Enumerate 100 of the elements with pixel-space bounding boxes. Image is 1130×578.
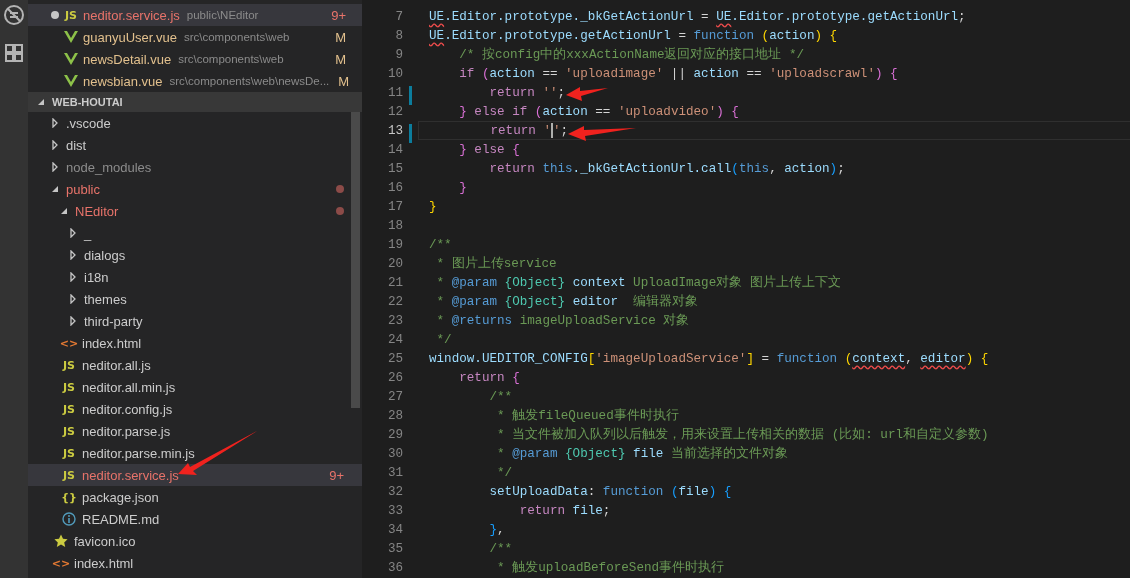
code-line: } (458, 180, 467, 195)
code-line: * @returns imageUploadService 对象 (435, 312, 690, 329)
expanded-arrow-icon[interactable] (59, 206, 69, 216)
expanded-arrow-icon[interactable] (50, 184, 60, 194)
code-line: /* 按config中的xxxActionName返回对应的接口地址 */ (458, 46, 805, 63)
code-line: return ''; (488, 85, 566, 100)
code-line: UE.Editor.prototype.getActionUrl = function (action) { (429, 28, 838, 43)
js-file-icon: JS (62, 380, 76, 394)
file-item[interactable]: README.md (28, 508, 362, 530)
file-name: neditor.all.min.js (82, 379, 176, 395)
code-line: setUploadData: function (file) { (488, 484, 732, 499)
vue-file-icon (64, 31, 78, 43)
line-number: 27 (387, 389, 403, 404)
code-line: } else { (458, 142, 520, 157)
line-number: 25 (387, 351, 403, 366)
code-line: } else if (action == 'uploadvideo') { (458, 104, 739, 119)
file-name: neditor.service.js (83, 7, 180, 23)
star-icon (54, 534, 68, 548)
collapsed-arrow-icon[interactable] (68, 294, 78, 304)
folder-item[interactable]: public (28, 178, 362, 200)
line-number: 36 (387, 560, 403, 575)
open-editor-item[interactable]: JS neditor.service.js public\NEditor 9+ (28, 4, 362, 26)
line-number: 35 (387, 541, 403, 556)
line-number: 33 (387, 503, 403, 518)
folder-item[interactable]: dist (28, 134, 362, 156)
problem-count: 9+ (330, 7, 346, 23)
file-item[interactable]: {} package.json (28, 486, 362, 508)
file-name: neditor.config.js (82, 401, 173, 417)
line-number: 23 (387, 313, 403, 328)
folder-item[interactable]: dialogs (28, 244, 362, 266)
line-number: 11 (387, 85, 403, 100)
collapsed-arrow-icon[interactable] (68, 316, 78, 326)
file-item[interactable]: JS neditor.config.js (28, 398, 362, 420)
folder-item[interactable]: _ (28, 222, 362, 244)
file-name: _ (84, 225, 92, 241)
folder-item[interactable]: node_modules (28, 156, 362, 178)
file-item[interactable]: <> index.html (28, 552, 362, 574)
line-number: 32 (387, 484, 403, 499)
file-name: neditor.parse.js (82, 423, 171, 439)
line-number: 24 (387, 332, 403, 347)
collapsed-arrow-icon[interactable] (68, 250, 78, 260)
line-number: 7 (395, 9, 403, 24)
line-number: 29 (387, 427, 403, 442)
section-header[interactable]: WEB-HOUTAI (28, 92, 362, 112)
vue-file-icon (64, 53, 78, 65)
folder-item[interactable]: NEditor (28, 200, 362, 222)
file-name: i18n (84, 269, 109, 285)
line-number: 22 (387, 294, 403, 309)
code-line: * 图片上传service (435, 255, 557, 272)
js-file-icon: JS (62, 402, 76, 416)
code-line: UE.Editor.prototype._bkGetActionUrl = UE.Editor.prototype.getActionUrl; (429, 9, 966, 24)
code-line: /** (488, 541, 513, 556)
git-status-letter: M (334, 51, 346, 67)
folder-item[interactable]: third-party (28, 310, 362, 332)
file-name: index.html (74, 555, 134, 571)
open-editor-item[interactable]: newsDetail.vue src\components\web M (28, 48, 362, 70)
code-line: }, (488, 522, 505, 537)
collapsed-arrow-icon[interactable] (50, 140, 60, 150)
line-number: 14 (387, 142, 403, 157)
file-item[interactable]: JS neditor.parse.min.js (28, 442, 362, 464)
collapsed-arrow-icon[interactable] (68, 228, 78, 238)
line-number: 16 (387, 180, 403, 195)
file-name: guanyuUser.vue (83, 29, 177, 45)
info-icon (62, 512, 76, 526)
scrollbar[interactable] (351, 112, 360, 408)
collapsed-arrow-icon[interactable] (68, 272, 78, 282)
collapsed-arrow-icon[interactable] (50, 118, 60, 128)
line-number: 8 (395, 28, 403, 43)
file-item[interactable]: JS neditor.all.min.js (28, 376, 362, 398)
line-number: 13 (387, 123, 403, 138)
code-line: if (action == 'uploadimage' || action == 'uploadscrawl') { (458, 66, 898, 81)
file-item[interactable]: JS neditor.all.js (28, 354, 362, 376)
file-name: favicon.ico (74, 533, 136, 549)
file-item[interactable]: <> index.html (28, 332, 362, 354)
file-item[interactable]: JS neditor.service.js 9+ (28, 464, 362, 486)
open-editor-item[interactable]: newsbian.vue src\components\web\newsDe... M (28, 70, 362, 92)
folder-item[interactable]: themes (28, 288, 362, 310)
open-editor-item[interactable]: guanyuUser.vue src\components\web M (28, 26, 362, 48)
project-title: WEB-HOUTAI (52, 96, 123, 108)
file-path: src\components\web (178, 53, 284, 65)
folder-item[interactable]: .vscode (28, 112, 362, 134)
code-line: * @param {Object} file 当前选择的文件对象 (496, 445, 788, 462)
file-name: newsbian.vue (83, 73, 163, 89)
line-number: 15 (387, 161, 403, 176)
extensions-icon[interactable] (5, 44, 23, 62)
line-number: 17 (387, 199, 403, 214)
code-line: } (429, 199, 437, 214)
collapsed-arrow-icon[interactable] (50, 162, 60, 172)
js-file-icon: JS (64, 8, 78, 22)
code-line: */ (435, 332, 452, 347)
file-name: README.md (82, 511, 160, 527)
annotation-arrow (568, 126, 636, 141)
line-number: 20 (387, 256, 403, 271)
code-line: return this._bkGetActionUrl.call(this, action); (488, 161, 845, 176)
file-name: dist (66, 137, 87, 153)
file-item[interactable]: JS neditor.parse.js (28, 420, 362, 442)
vue-file-icon (64, 75, 78, 87)
folder-item[interactable]: i18n (28, 266, 362, 288)
unsaved-dot-icon[interactable] (51, 11, 59, 19)
file-item[interactable]: favicon.ico (28, 530, 362, 552)
